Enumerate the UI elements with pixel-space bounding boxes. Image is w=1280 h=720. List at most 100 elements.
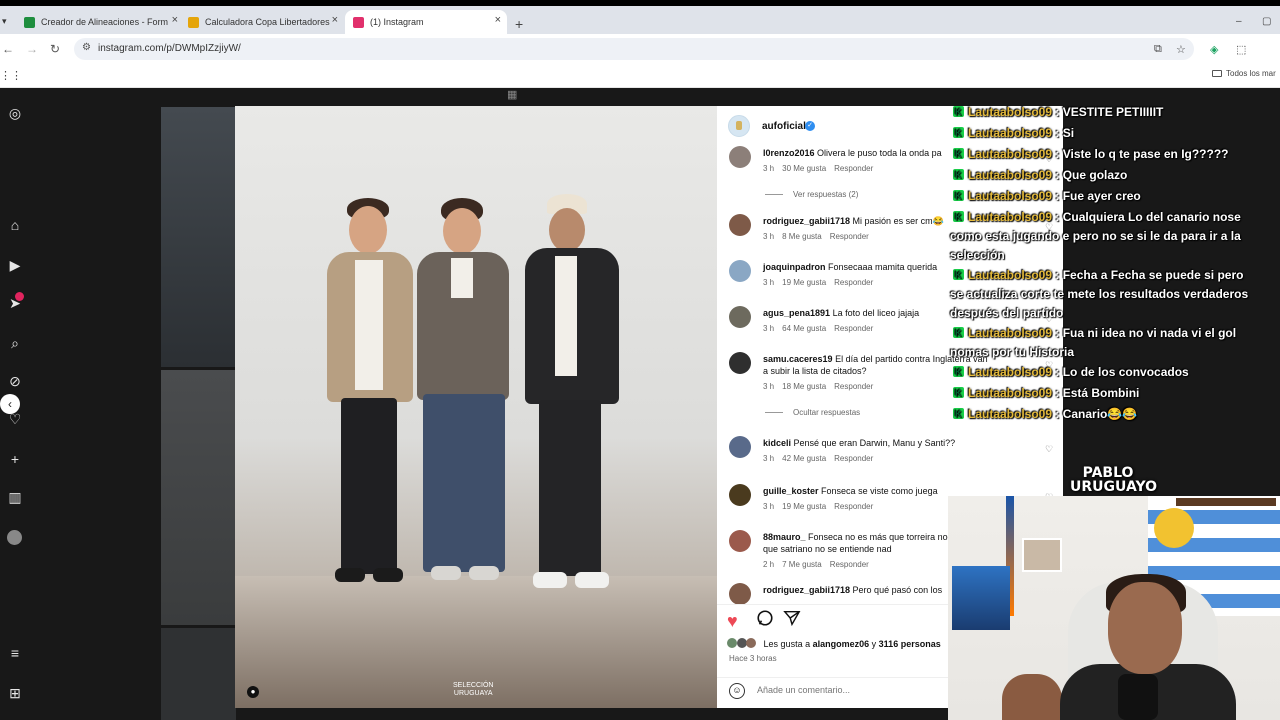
also-from-meta-icon[interactable]: ⊞: [6, 684, 24, 702]
reply-button[interactable]: Responder: [834, 454, 873, 463]
tab-alineaciones[interactable]: Creador de Alineaciones - Form ×: [16, 10, 184, 34]
comment-username[interactable]: samu.caceres19: [763, 354, 833, 364]
reply-button[interactable]: Responder: [834, 382, 873, 391]
all-bookmarks-folder[interactable]: Todos los mar: [1212, 69, 1276, 78]
chat-message: Lautaabolso09 : Viste lo q te pase en Ig…: [950, 145, 1256, 164]
comment-username[interactable]: joaquinpadron: [763, 262, 826, 272]
reply-button[interactable]: Responder: [834, 324, 873, 333]
extensions-puzzle-icon[interactable]: ⬚: [1236, 43, 1246, 56]
comment-likes[interactable]: 18 Me gusta: [782, 382, 826, 391]
chat-message: Lautaabolso09 : Canario😂😂: [950, 405, 1256, 424]
likes-count[interactable]: 3116 personas: [879, 639, 941, 649]
reply-button[interactable]: Responder: [830, 232, 869, 241]
comment-likes[interactable]: 19 Me gusta: [782, 278, 826, 287]
apps-grid-icon[interactable]: ⋮⋮: [0, 69, 22, 82]
close-icon[interactable]: ×: [495, 14, 501, 26]
chat-message: Lautaabolso09 : Lo de los convocados: [950, 363, 1256, 382]
search-icon[interactable]: ⌕: [6, 334, 24, 352]
minimize-icon[interactable]: –: [1236, 16, 1242, 27]
commenter-avatar[interactable]: [729, 214, 751, 236]
site-info-icon[interactable]: ⚙: [82, 42, 91, 53]
reply-button[interactable]: Responder: [834, 164, 873, 173]
tagged-people-icon[interactable]: ●: [247, 686, 259, 698]
replies-label[interactable]: Ver respuestas (2): [793, 190, 858, 199]
comment-username[interactable]: kidceli: [763, 438, 791, 448]
share-icon[interactable]: [783, 609, 801, 627]
extension-icon[interactable]: ◈: [1210, 43, 1218, 56]
kick-badge-icon: [953, 405, 964, 424]
back-icon[interactable]: ←: [2, 42, 14, 56]
menu-icon[interactable]: ≡: [6, 644, 24, 662]
url-field[interactable]: ⚙ instagram.com/p/DWMpIZzjiyW/: [74, 38, 1194, 60]
tab-list-chevron-icon[interactable]: ▾: [2, 16, 7, 27]
comment-likes[interactable]: 30 Me gusta: [782, 164, 826, 173]
comment-meta: 3 h 64 Me gusta Responder: [763, 324, 881, 333]
comment-likes[interactable]: 42 Me gusta: [782, 454, 826, 463]
instagram-logo-icon[interactable]: ◎: [6, 104, 24, 122]
reels-icon[interactable]: ▶: [6, 256, 24, 274]
reload-icon[interactable]: ↻: [50, 42, 60, 56]
commenter-avatar[interactable]: [729, 260, 751, 282]
comment-likes[interactable]: 19 Me gusta: [782, 502, 826, 511]
create-icon[interactable]: +: [6, 450, 24, 468]
commenter-avatar[interactable]: [729, 583, 751, 605]
previous-post-arrow-icon[interactable]: ‹: [0, 394, 20, 414]
commenter-avatar[interactable]: [729, 352, 751, 374]
chat-text: Viste lo q te pase en Ig?????: [1062, 147, 1229, 161]
comment-likes[interactable]: 7 Me gusta: [782, 560, 822, 569]
maximize-icon[interactable]: ▢: [1262, 16, 1271, 27]
explore-icon[interactable]: ⊘: [6, 372, 24, 390]
tab-instagram[interactable]: (1) Instagram ×: [345, 10, 507, 34]
commenter-avatar[interactable]: [729, 306, 751, 328]
reply-button[interactable]: Responder: [830, 560, 869, 569]
comment-likes[interactable]: 8 Me gusta: [782, 232, 822, 241]
shelf: [1176, 498, 1276, 506]
comment-username[interactable]: guille_koster: [763, 486, 819, 496]
comment-username[interactable]: rodriguez_gabii1718: [763, 216, 850, 226]
reply-button[interactable]: Responder: [834, 502, 873, 511]
chat-separator: :: [1052, 365, 1063, 379]
replies-label[interactable]: Ocultar respuestas: [793, 408, 860, 417]
commenter-avatar[interactable]: [729, 436, 751, 458]
liked-heart-icon[interactable]: ♥: [727, 611, 738, 632]
emoji-icon[interactable]: ☺: [729, 683, 745, 699]
chat-username: Lautaabolso09: [968, 326, 1053, 340]
chat-username: Lautaabolso09: [968, 407, 1053, 421]
close-icon[interactable]: ×: [332, 14, 338, 26]
account-avatar[interactable]: [728, 115, 750, 137]
commenter-avatar[interactable]: [729, 146, 751, 168]
commenter-avatar[interactable]: [729, 530, 751, 552]
account-name[interactable]: aufoficial: [762, 121, 806, 132]
chat-separator: :: [1052, 326, 1063, 340]
reply-button[interactable]: Responder: [834, 278, 873, 287]
view-replies-button[interactable]: Ver respuestas (2): [765, 190, 858, 199]
new-tab-icon[interactable]: +: [515, 16, 523, 32]
add-comment-input[interactable]: Añade un comentario...: [757, 685, 850, 695]
commenter-avatar[interactable]: [729, 484, 751, 506]
url-text[interactable]: instagram.com/p/DWMpIZzjiyW/: [98, 43, 241, 54]
tab-calculadora[interactable]: Calculadora Copa Libertadores ×: [180, 10, 344, 34]
likes-summary[interactable]: Les gusta a alangomez06 y 3116 personas: [727, 638, 941, 649]
dashboard-icon[interactable]: ▥: [6, 488, 24, 506]
comment-body: Pero qué pasó con los: [852, 585, 943, 595]
replies-divider: [765, 412, 783, 414]
comment-icon[interactable]: [756, 609, 774, 627]
grid-icon[interactable]: ▦: [507, 88, 517, 101]
chat-text: Canario😂😂: [1062, 407, 1138, 421]
close-icon[interactable]: ×: [172, 14, 178, 26]
comment-likes[interactable]: 64 Me gusta: [782, 324, 826, 333]
bookmark-star-icon[interactable]: ☆: [1176, 43, 1186, 56]
comment-username[interactable]: 88mauro_: [763, 532, 806, 542]
home-icon[interactable]: ⌂: [6, 216, 24, 234]
view-replies-button[interactable]: Ocultar respuestas: [765, 408, 860, 417]
comment-like-heart-icon[interactable]: ♡: [1045, 444, 1053, 455]
install-icon[interactable]: ⧉: [1154, 43, 1162, 56]
comment-username[interactable]: rodriguez_gabii1718: [763, 585, 850, 595]
forward-icon[interactable]: →: [26, 42, 38, 56]
comment-time: 3 h: [763, 454, 775, 463]
comment-username[interactable]: l0renzo2016: [763, 148, 815, 158]
comment-username[interactable]: agus_pena1891: [763, 308, 830, 318]
profile-avatar[interactable]: [7, 530, 22, 545]
comment-time: 3 h: [763, 502, 775, 511]
likes-user[interactable]: alangomez06: [813, 639, 870, 649]
